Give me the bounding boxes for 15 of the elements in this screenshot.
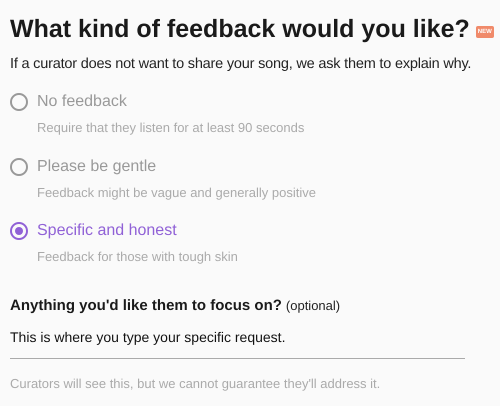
option-description: Feedback might be vague and generally positive — [37, 184, 317, 202]
radio-button[interactable] — [10, 93, 28, 111]
help-text: Curators will see this, but we cannot guarantee they'll address it. — [10, 375, 382, 393]
focus-question: Anything you'd like them to focus on? — [10, 296, 282, 316]
radio-button[interactable] — [10, 158, 28, 176]
intro-text: If a curator does not want to share your song, we ask them to explain why. — [10, 55, 472, 74]
radio-button[interactable] — [10, 222, 28, 240]
option-label[interactable]: Please be gentle — [37, 156, 156, 176]
option-description: Require that they listen for at least 90 seconds — [37, 119, 306, 137]
option-label[interactable]: Specific and honest — [37, 221, 177, 241]
option-label[interactable]: No feedback — [37, 92, 127, 112]
option-description: Feedback for those with tough skin — [37, 248, 239, 266]
page-title: What kind of feedback would you like? — [10, 14, 470, 45]
optional-note: (optional) — [286, 296, 340, 315]
request-input[interactable]: This is where you type your specific request. — [10, 327, 465, 359]
